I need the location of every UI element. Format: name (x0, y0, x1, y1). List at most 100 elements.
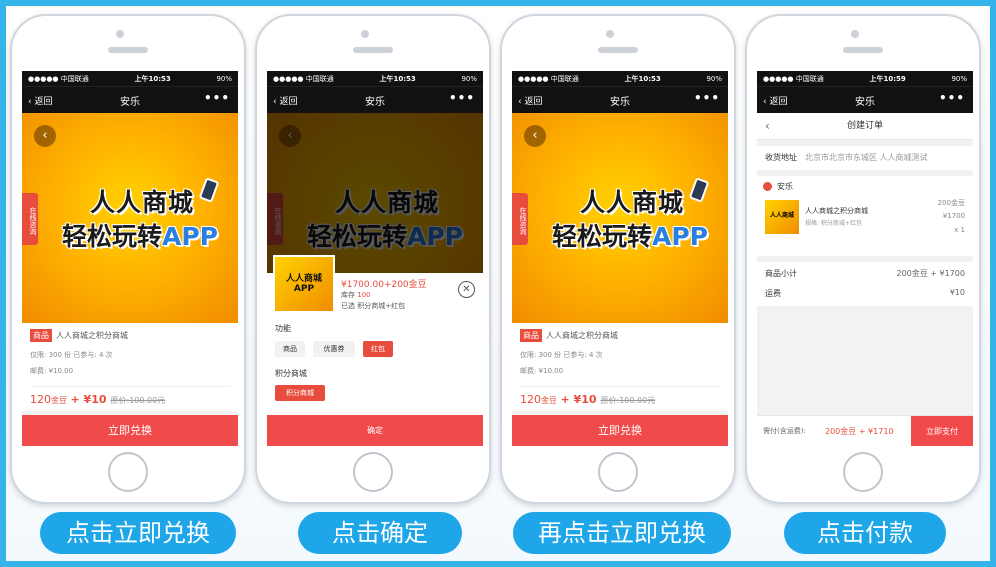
exchange-button[interactable]: 立即兑换 (512, 415, 728, 446)
screen-product-again: ●●●●● 中国联通 上午10:53 90% ‹ 返回 安乐 ••• ‹ 在线咨… (512, 71, 728, 446)
dim-overlay[interactable] (267, 113, 483, 273)
status-bar: ●●●●● 中国联通 上午10:53 90% (512, 71, 728, 86)
option-points-mall[interactable]: 积分商城 (275, 385, 325, 401)
clock-text: 上午10:53 (134, 74, 171, 83)
options-sheet: 人人商城 APP ¥1700.00+200金豆 库存 100 已选 积分商城+红包… (267, 255, 483, 446)
back-circle-icon[interactable]: ‹ (34, 125, 56, 147)
nav-title: 安乐 (610, 96, 630, 108)
product-name: 人人商城之积分商城 (546, 331, 618, 340)
home-button[interactable] (108, 452, 148, 492)
carrier-text: ●●●●● 中国联通 (763, 74, 824, 83)
confirm-button[interactable]: 确定 (267, 415, 483, 446)
chevron-left-icon[interactable]: ‹ (765, 113, 770, 140)
nav-title: 安乐 (120, 96, 140, 108)
back-button[interactable]: ‹ 返回 (273, 94, 297, 107)
group-label-function: 功能 (275, 324, 291, 333)
shop-icon (763, 182, 772, 191)
group-label-points: 积分商城 (275, 369, 307, 378)
shop-name: 安乐 (777, 182, 793, 191)
clock-text: 上午10:59 (869, 74, 906, 83)
carrier-text: ●●●●● 中国联通 (273, 74, 334, 83)
more-icon[interactable]: ••• (204, 91, 230, 105)
sheet-price: ¥1700.00+200金豆 (341, 280, 427, 290)
subtotal-block: 商品小计 200金豆 + ¥1700 运费 ¥10 (757, 262, 973, 306)
close-icon[interactable]: ✕ (458, 281, 475, 298)
product-banner: ‹ 在线咨询 人人商城 轻松玩转APP (512, 113, 728, 323)
nav-bar: ‹ 返回 安乐 ••• (757, 86, 973, 113)
exchange-button[interactable]: 立即兑换 (22, 415, 238, 446)
nav-bar: ‹ 返回 安乐 ••• (512, 86, 728, 113)
home-button[interactable] (598, 452, 638, 492)
carrier-text: ●●●●● 中国联通 (28, 74, 89, 83)
phone-4: ●●●●● 中国联通 上午10:59 90% ‹ 返回 安乐 ••• ‹ 创建订… (745, 14, 981, 504)
back-circle-icon[interactable]: ‹ (524, 125, 546, 147)
caption-step-1: 点击立即兑换 (40, 512, 236, 554)
nav-bar: ‹ 返回 安乐 ••• (22, 86, 238, 113)
clock-text: 上午10:53 (379, 74, 416, 83)
price-line: 120金豆 + ¥10 原价:100.00元 (520, 386, 720, 406)
online-consult-tag[interactable]: 在线咨询 (512, 193, 528, 245)
pay-amount: 200金豆 + ¥1710 (825, 427, 894, 436)
limit-text: 仅限: 300 份 已参与: 4 次 (30, 351, 113, 359)
back-button[interactable]: ‹ 返回 (763, 94, 787, 107)
home-button[interactable] (843, 452, 883, 492)
status-bar: ●●●●● 中国联通 上午10:53 90% (22, 71, 238, 86)
product-thumbnail: 人人商城 APP (273, 255, 335, 313)
clock-text: 上午10:53 (624, 74, 661, 83)
item-cash: ¥1700 (942, 212, 965, 220)
item-coins: 200金豆 (937, 199, 965, 207)
more-icon[interactable]: ••• (694, 91, 720, 105)
product-info: 商品 人人商城之积分商城 仅限: 300 份 已参与: 4 次 邮费: ¥10.0… (512, 323, 728, 411)
back-button[interactable]: ‹ 返回 (28, 94, 52, 107)
postage-text: 邮费: ¥10.00 (520, 367, 564, 375)
screen-product: ●●●●● 中国联通 上午10:53 90% ‹ 返回 安乐 ••• ‹ 在线咨… (22, 71, 238, 446)
freight-value: ¥10 (949, 288, 965, 297)
caption-step-2: 点击确定 (298, 512, 462, 554)
screen-options: ●●●●● 中国联通 上午10:53 90% ‹ 返回 安乐 ••• ‹ 在线咨… (267, 71, 483, 446)
subtotal-label: 商品小计 (765, 269, 797, 278)
screen-order: ●●●●● 中国联通 上午10:59 90% ‹ 返回 安乐 ••• ‹ 创建订… (757, 71, 973, 446)
battery-text: 90% (951, 74, 967, 83)
battery-text: 90% (706, 74, 722, 83)
status-bar: ●●●●● 中国联通 上午10:59 90% (757, 71, 973, 86)
option-coupon[interactable]: 优惠券 (313, 341, 355, 357)
item-name: 人人商城之积分商城 (805, 207, 868, 215)
caption-step-3: 再点击立即兑换 (513, 512, 731, 554)
address-row[interactable]: 收货地址 北京市北京市东城区 人人商城测试 (757, 146, 973, 170)
pay-bar: 需付(含运费): 200金豆 + ¥1710 立即支付 (757, 415, 973, 446)
phone-3: ●●●●● 中国联通 上午10:53 90% ‹ 返回 安乐 ••• ‹ 在线咨… (500, 14, 736, 504)
item-qty: x 1 (954, 226, 965, 234)
option-goods[interactable]: 商品 (275, 341, 305, 357)
speaker (843, 47, 883, 53)
phone-1: ●●●●● 中国联通 上午10:53 90% ‹ 返回 安乐 ••• ‹ 在线咨… (10, 14, 246, 504)
item-thumbnail: 人人商城 (765, 200, 799, 234)
product-name: 人人商城之积分商城 (56, 331, 128, 340)
freight-label: 运费 (765, 289, 781, 298)
speaker (353, 47, 393, 53)
carrier-text: ●●●●● 中国联通 (518, 74, 579, 83)
product-info: 商品 人人商城之积分商城 仅限: 300 份 已参与: 4 次 邮费: ¥10.0… (22, 323, 238, 411)
order-title: 创建订单 (846, 121, 883, 131)
battery-text: 90% (216, 74, 232, 83)
more-icon[interactable]: ••• (939, 91, 965, 105)
caption-step-4: 点击付款 (784, 512, 946, 554)
more-icon[interactable]: ••• (449, 91, 475, 105)
goods-tag: 商品 (520, 329, 542, 342)
pay-label: 需付(含运费): (763, 427, 806, 435)
option-redpacket[interactable]: 红包 (363, 341, 393, 357)
speaker (598, 47, 638, 53)
camera (361, 30, 369, 38)
nav-title: 安乐 (855, 96, 875, 108)
online-consult-tag[interactable]: 在线咨询 (22, 193, 38, 245)
home-button[interactable] (353, 452, 393, 492)
status-bar: ●●●●● 中国联通 上午10:53 90% (267, 71, 483, 86)
limit-text: 仅限: 300 份 已参与: 4 次 (520, 351, 603, 359)
pay-button[interactable]: 立即支付 (911, 416, 973, 446)
banner-line2: 轻松玩转APP (61, 222, 218, 251)
camera (116, 30, 124, 38)
goods-tag: 商品 (30, 329, 52, 342)
subtotal-value: 200金豆 + ¥1700 (896, 269, 965, 278)
back-button[interactable]: ‹ 返回 (518, 94, 542, 107)
stock-text: 库存 100 (341, 291, 371, 299)
speaker (108, 47, 148, 53)
